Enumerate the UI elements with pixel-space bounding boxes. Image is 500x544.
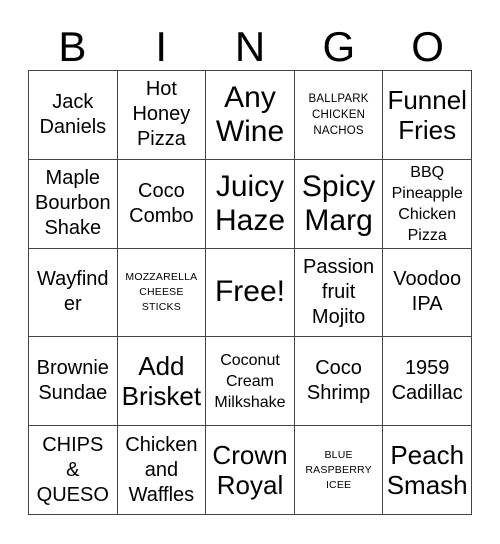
bingo-cell[interactable]: Chicken and Waffles [117,426,207,515]
bingo-cell[interactable]: BBQ Pineapple Chicken Pizza [383,159,472,249]
bingo-card: B I N G O Jack Daniels Hot Honey Pizza Any Win… [0,0,500,544]
bingo-cell[interactable]: Maple Bourbon Shake [29,159,118,249]
bingo-cell-label: MOZZARELLA CHEESE STICKS [125,270,198,313]
bingo-cell-label: Juicy Haze [214,169,286,237]
bingo-cell[interactable]: 1959 Cadillac [383,337,472,427]
bingo-cell[interactable]: Passion fruit Mojito [294,248,384,338]
bingo-cell[interactable]: BALLPARK CHICKEN NACHOS [294,71,384,160]
bingo-cell-label: Chicken and Waffles [125,433,198,506]
bingo-header-letter-2: I [155,23,168,70]
bingo-cell[interactable]: Coconut Cream Milkshake [206,337,295,427]
bingo-cell-label: Crown Royal [212,440,288,501]
bingo-cell[interactable]: Funnel Fries [383,71,472,160]
bingo-cell[interactable]: Crown Royal [206,426,295,515]
bingo-cell-label: Passion fruit Mojito [303,255,375,328]
bingo-cell[interactable]: Jack Daniels [29,71,118,160]
bingo-header-letter-5: O [411,23,444,70]
bingo-cell[interactable]: Peach Smash [383,426,472,515]
bingo-cell[interactable]: Hot Honey Pizza [117,71,207,160]
bingo-cell[interactable]: Brownie Sundae [29,337,118,427]
bingo-cell-label: Peach Smash [386,440,468,501]
bingo-cell-label: Coco Combo [129,179,194,227]
bingo-cell[interactable]: Coco Combo [117,159,207,249]
bingo-header-letter-3: N [234,23,266,70]
bingo-cell-label: Add Brisket [121,351,202,412]
bingo-cell-label: Voodoo IPA [393,268,462,316]
bingo-cell-label: Free! [214,275,285,309]
bingo-header-letter-1: B [58,23,87,70]
bingo-cell-label: CHIPS & QUESO [36,433,109,506]
bingo-cell-label: 1959 Cadillac [391,357,463,405]
bingo-cell-free[interactable]: Free! [206,248,295,338]
bingo-cell[interactable]: Spicy Marg [294,159,384,249]
bingo-cell-label: Hot Honey Pizza [132,78,191,151]
bingo-cell[interactable]: Voodoo IPA [383,248,472,338]
bingo-cell[interactable]: MOZZARELLA CHEESE STICKS [117,248,207,338]
bingo-grid: Jack Daniels Hot Honey Pizza Any Wine BALLP… [28,70,472,515]
bingo-cell[interactable]: Juicy Haze [206,159,295,249]
bingo-cell[interactable]: Add Brisket [117,337,207,427]
bingo-header: BINGO [28,16,472,70]
bingo-cell[interactable]: Wayfinder [29,248,118,338]
bingo-cell-label: Brownie Sundae [36,357,109,405]
bingo-cell-label: Spicy Marg [301,169,376,237]
bingo-cell-label: Any Wine [215,80,285,148]
bingo-cell-label: Jack Daniels [39,90,107,138]
bingo-cell[interactable]: BLUE RASPBERRY ICEE [294,426,384,515]
bingo-cell-label: Wayfinder [37,268,109,316]
bingo-cell-label: Maple Bourbon Shake [34,167,111,240]
bingo-cell-label: Coco Shrimp [306,357,371,405]
bingo-cell-label: BBQ Pineapple Chicken Pizza [391,163,463,244]
bingo-cell-label: Coconut Cream Milkshake [214,351,286,411]
bingo-cell-label: Funnel Fries [387,84,467,145]
bingo-cell[interactable]: Coco Shrimp [294,337,384,427]
bingo-header-letter-4: G [322,23,356,70]
bingo-cell-label: BLUE RASPBERRY ICEE [305,448,372,491]
bingo-cell[interactable]: Any Wine [206,71,295,160]
bingo-cell[interactable]: CHIPS & QUESO [29,426,118,515]
bingo-cell-label: BALLPARK CHICKEN NACHOS [308,92,369,137]
